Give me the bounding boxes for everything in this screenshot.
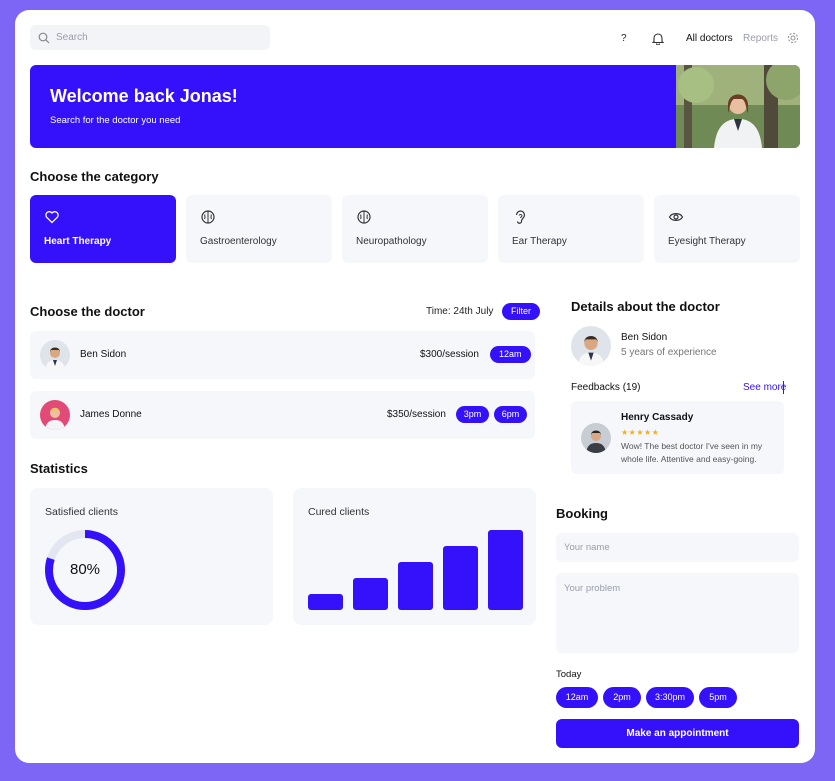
stat-title: Cured clients (308, 506, 370, 518)
stat-title: Satisfied clients (45, 506, 118, 518)
details-title: Details about the doctor (571, 299, 720, 314)
booking-slot-button[interactable]: 12am (556, 687, 598, 708)
search-input[interactable] (56, 32, 256, 43)
problem-field[interactable] (556, 573, 799, 653)
make-appointment-button[interactable]: Make an appointment (556, 719, 799, 748)
booking-slot-button[interactable]: 5pm (699, 687, 737, 708)
gear-icon[interactable] (787, 27, 799, 49)
avatar (571, 326, 611, 366)
filter-button[interactable]: Filter (502, 303, 540, 320)
review-card: Henry Cassady ★★★★★ Wow! The best doctor… (571, 401, 784, 474)
doctor-name: James Donne (80, 409, 142, 420)
booking-slots: 12am 2pm 3:30pm 5pm (556, 687, 742, 708)
welcome-title: Welcome back Jonas! (50, 86, 238, 106)
category-ear-therapy[interactable]: Ear Therapy (498, 195, 644, 263)
review-text: Wow! The best doctor I've seen in my who… (621, 441, 763, 464)
nav-all-doctors[interactable]: All doctors (686, 27, 733, 49)
cured-bar (308, 594, 343, 610)
doctor-price: $350/session (387, 409, 446, 420)
cured-bar (353, 578, 388, 610)
category-section-title: Choose the category (30, 169, 159, 184)
ear-icon (515, 210, 526, 224)
category-neuropathology[interactable]: Neuropathology (342, 195, 488, 263)
time-label: Time: 24th July (426, 306, 494, 317)
time-slot-button[interactable]: 12am (490, 346, 531, 363)
welcome-subtitle: Search for the doctor you need (50, 115, 181, 126)
booking-slot-button[interactable]: 3:30pm (646, 687, 694, 708)
category-label: Ear Therapy (512, 236, 567, 247)
brain-icon (201, 210, 215, 224)
category-label: Gastroenterology (200, 236, 277, 247)
category-label: Heart Therapy (44, 236, 112, 247)
cured-bar (398, 562, 433, 610)
doctor-row-ben-sidon[interactable]: Ben Sidon $300/session 12am (30, 331, 535, 379)
today-label: Today (556, 669, 582, 680)
doctor-price: $300/session (420, 349, 479, 360)
brain-icon (357, 210, 371, 224)
feedbacks-label: Feedbacks (19) (571, 382, 641, 393)
details-doctor-name: Ben Sidon (621, 332, 668, 343)
avatar (581, 423, 611, 453)
cured-bar (443, 546, 478, 610)
cured-bar-chart (308, 530, 523, 610)
search-icon (38, 32, 50, 43)
eye-icon (668, 213, 684, 221)
satisfied-percentage: 80% (69, 561, 101, 578)
category-label: Neuropathology (356, 236, 427, 247)
category-eyesight-therapy[interactable]: Eyesight Therapy (654, 195, 800, 263)
bell-icon[interactable] (652, 27, 664, 49)
booking-slot-button[interactable]: 2pm (603, 687, 641, 708)
heart-icon (45, 211, 59, 224)
avatar (40, 340, 70, 370)
text-cursor (783, 381, 784, 394)
booking-title: Booking (556, 506, 608, 521)
cured-bar (488, 530, 523, 610)
reviewer-name: Henry Cassady (621, 412, 694, 423)
category-label: Eyesight Therapy (668, 236, 746, 247)
satisfied-clients-card: Satisfied clients 80% (30, 488, 273, 625)
details-experience: 5 years of experience (621, 347, 717, 358)
doctor-name: Ben Sidon (80, 349, 127, 360)
see-more-link[interactable]: See more (743, 382, 786, 393)
statistics-title: Statistics (30, 461, 88, 476)
doctor-section-title: Choose the doctor (30, 304, 145, 319)
avatar (40, 400, 70, 430)
time-slot-button[interactable]: 3pm (456, 406, 489, 423)
category-gastroenterology[interactable]: Gastroenterology (186, 195, 332, 263)
review-stars: ★★★★★ (621, 428, 660, 437)
cured-clients-card: Cured clients (293, 488, 536, 625)
welcome-banner: Welcome back Jonas! Search for the docto… (30, 65, 800, 148)
doctor-photo (676, 65, 800, 148)
category-heart-therapy[interactable]: Heart Therapy (30, 195, 176, 263)
help-button[interactable]: ? (621, 27, 627, 49)
nav-reports[interactable]: Reports (743, 27, 778, 49)
time-slot-button[interactable]: 6pm (494, 406, 527, 423)
app-card: ? All doctors Reports Welcome back Jonas… (15, 10, 815, 763)
name-field[interactable] (556, 533, 799, 562)
search-bar[interactable] (30, 25, 270, 50)
doctor-row-james-donne[interactable]: James Donne $350/session 3pm 6pm (30, 391, 535, 439)
